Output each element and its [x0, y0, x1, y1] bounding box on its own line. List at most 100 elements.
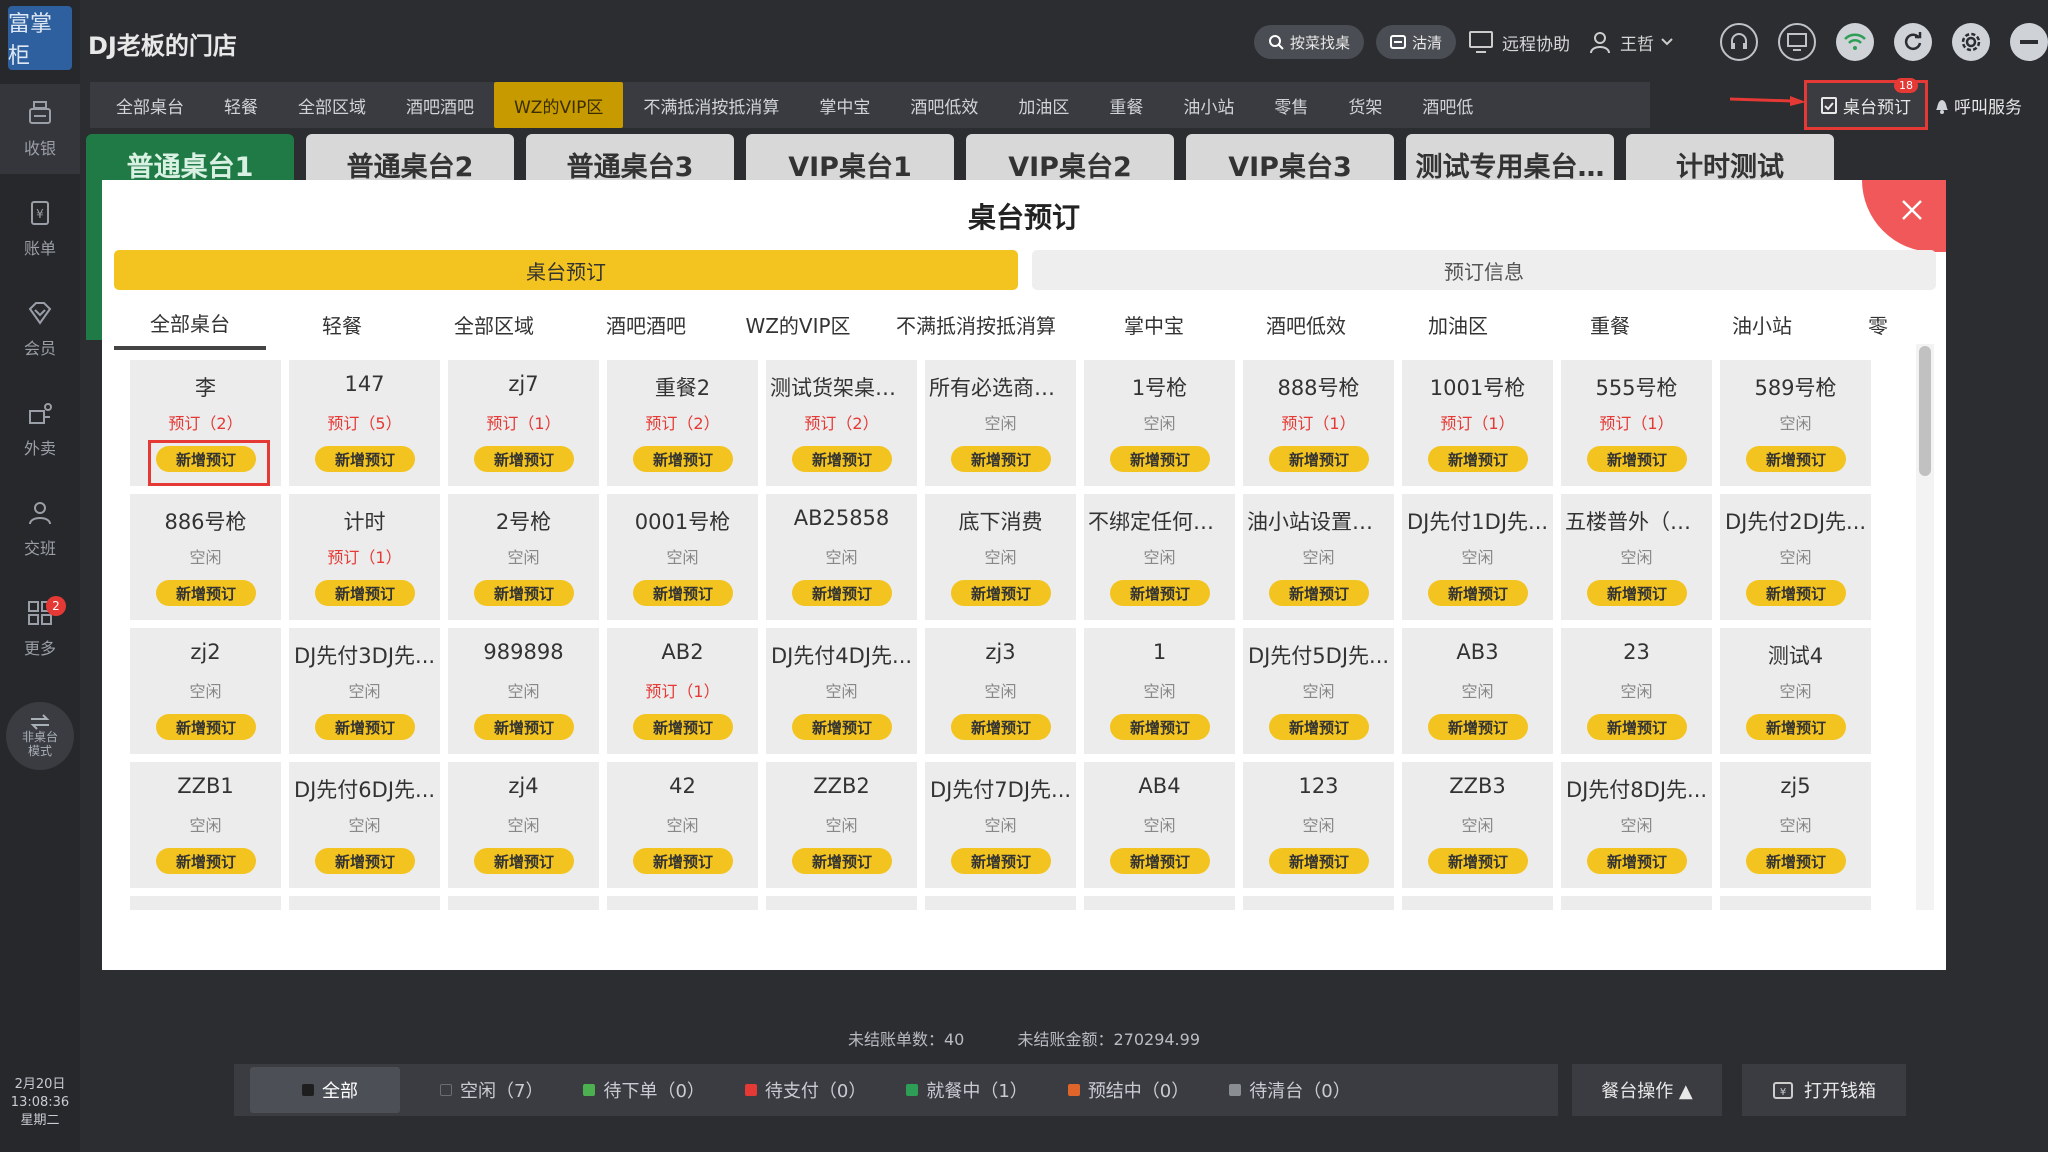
add-reservation-button[interactable]: 新增预订: [1110, 714, 1210, 740]
add-reservation-button[interactable]: 新增预订: [315, 714, 415, 740]
add-reservation-button[interactable]: 新增预订: [951, 848, 1051, 874]
call-service-button[interactable]: 呼叫服务: [1934, 82, 2034, 128]
modal-area-tab[interactable]: 全部区域: [418, 298, 570, 350]
table-card[interactable]: DJ先付5DJ先... 空闲 新增预订: [1243, 628, 1394, 754]
status-filter-to-order[interactable]: 待下单（0）: [583, 1077, 705, 1103]
table-card[interactable]: zj4 空闲 新增预订: [448, 762, 599, 888]
table-card[interactable]: zj5 空闲 新增预订: [1720, 762, 1871, 888]
segment-reservation-info[interactable]: 预订信息: [1032, 250, 1936, 290]
scrollbar-thumb[interactable]: [1919, 346, 1931, 476]
area-tab[interactable]: 轻餐: [204, 82, 278, 128]
table-card[interactable]: 42 空闲 新增预订: [607, 762, 758, 888]
area-tab[interactable]: 重餐: [1089, 82, 1163, 128]
add-reservation-button[interactable]: 新增预订: [1587, 848, 1687, 874]
add-reservation-button[interactable]: 新增预订: [1428, 446, 1528, 472]
table-card[interactable]: 测试货架桌台... 预订（2） 新增预订: [766, 360, 917, 486]
status-filter-idle[interactable]: 空闲（7）: [440, 1077, 543, 1103]
sidebar-item-cashier[interactable]: 收银: [0, 84, 80, 174]
add-reservation-button[interactable]: 新增预订: [951, 714, 1051, 740]
modal-area-tab[interactable]: 零: [1838, 298, 1888, 350]
table-card[interactable]: ZZB1 空闲 新增预订: [130, 762, 281, 888]
status-filter-all[interactable]: 全部: [250, 1067, 400, 1113]
table-card-partial[interactable]: [289, 896, 440, 910]
sidebar-item-shift[interactable]: 交班: [0, 484, 80, 574]
add-reservation-button[interactable]: 新增预订: [633, 580, 733, 606]
sidebar-item-more[interactable]: 更多 2: [0, 584, 80, 674]
add-reservation-button[interactable]: 新增预订: [1587, 446, 1687, 472]
modal-area-tab[interactable]: 加油区: [1382, 298, 1534, 350]
table-card-partial[interactable]: [448, 896, 599, 910]
wifi-button[interactable]: [1836, 23, 1874, 61]
add-reservation-button[interactable]: 新增预订: [315, 580, 415, 606]
table-card[interactable]: zj7 预订（1） 新增预订: [448, 360, 599, 486]
table-card-partial[interactable]: [607, 896, 758, 910]
area-tab[interactable]: 酒吧低: [1402, 82, 1493, 128]
add-reservation-button[interactable]: 新增预订: [951, 446, 1051, 472]
table-card[interactable]: 油小站设置了... 空闲 新增预订: [1243, 494, 1394, 620]
area-tab[interactable]: 加油区: [998, 82, 1089, 128]
user-menu[interactable]: 王哲: [1588, 30, 1682, 55]
add-reservation-button[interactable]: 新增预订: [1746, 848, 1846, 874]
status-filter-to-pay[interactable]: 待支付（0）: [744, 1077, 866, 1103]
area-tab[interactable]: 全部桌台: [96, 82, 204, 128]
area-tab[interactable]: 掌中宝: [799, 82, 890, 128]
status-filter-to-clean[interactable]: 待清台（0）: [1229, 1077, 1351, 1103]
table-card-partial[interactable]: [130, 896, 281, 910]
add-reservation-button[interactable]: 新增预订: [1110, 848, 1210, 874]
sold-out-button[interactable]: 沽清: [1375, 25, 1456, 59]
sidebar-item-member[interactable]: 会员: [0, 284, 80, 374]
table-card[interactable]: 1001号枪 预订（1） 新增预订: [1402, 360, 1553, 486]
add-reservation-button[interactable]: 新增预订: [633, 848, 733, 874]
add-reservation-button[interactable]: 新增预订: [1428, 848, 1528, 874]
add-reservation-button[interactable]: 新增预订: [792, 446, 892, 472]
settings-button[interactable]: [1952, 23, 1990, 61]
grid-scrollbar[interactable]: [1916, 344, 1934, 910]
status-filter-dining[interactable]: 就餐中（1）: [906, 1077, 1028, 1103]
table-card-partial[interactable]: [1720, 896, 1871, 910]
table-card-partial[interactable]: [1084, 896, 1235, 910]
add-reservation-button[interactable]: 新增预订: [792, 714, 892, 740]
add-reservation-button[interactable]: 新增预订: [1110, 580, 1210, 606]
table-card[interactable]: DJ先付3DJ先... 空闲 新增预订: [289, 628, 440, 754]
modal-area-tab[interactable]: WZ的VIP区: [722, 298, 874, 350]
add-reservation-button[interactable]: 新增预订: [1746, 446, 1846, 472]
add-reservation-button[interactable]: 新增预订: [792, 580, 892, 606]
add-reservation-button[interactable]: 新增预订: [1269, 580, 1369, 606]
table-card[interactable]: 1 空闲 新增预订: [1084, 628, 1235, 754]
table-card[interactable]: AB2 预订（1） 新增预订: [607, 628, 758, 754]
add-reservation-button[interactable]: 新增预订: [951, 580, 1051, 606]
add-reservation-button[interactable]: 新增预订: [474, 848, 574, 874]
table-card[interactable]: DJ先付1DJ先... 空闲 新增预订: [1402, 494, 1553, 620]
table-operations-button[interactable]: 餐台操作 ▲: [1572, 1064, 1722, 1116]
table-card-partial[interactable]: [1243, 896, 1394, 910]
table-card[interactable]: ZZB2 空闲 新增预订: [766, 762, 917, 888]
modal-area-tab[interactable]: 酒吧低效: [1230, 298, 1382, 350]
modal-area-tab-active[interactable]: 全部桌台: [114, 298, 266, 350]
add-reservation-button[interactable]: 新增预订: [1587, 714, 1687, 740]
table-card[interactable]: 测试4 空闲 新增预订: [1720, 628, 1871, 754]
add-reservation-button[interactable]: 新增预订: [156, 848, 256, 874]
add-reservation-button[interactable]: 新增预订: [792, 848, 892, 874]
table-card[interactable]: DJ先付6DJ先... 空闲 新增预订: [289, 762, 440, 888]
add-reservation-button[interactable]: 新增预订: [1428, 580, 1528, 606]
table-card[interactable]: zj3 空闲 新增预订: [925, 628, 1076, 754]
headset-button[interactable]: [1720, 23, 1758, 61]
sidebar-item-bill[interactable]: ¥ 账单: [0, 184, 80, 274]
table-card[interactable]: 589号枪 空闲 新增预订: [1720, 360, 1871, 486]
area-tab-active[interactable]: WZ的VIP区: [494, 82, 624, 128]
add-reservation-button[interactable]: 新增预订: [1587, 580, 1687, 606]
table-reservation-button[interactable]: 桌台预订 18: [1804, 78, 1928, 130]
table-card[interactable]: ZZB3 空闲 新增预订: [1402, 762, 1553, 888]
add-reservation-button[interactable]: 新增预订: [1746, 714, 1846, 740]
remote-assist-button[interactable]: 远程协助: [1468, 30, 1570, 55]
table-card[interactable]: 147 预订（5） 新增预订: [289, 360, 440, 486]
refresh-button[interactable]: [1894, 23, 1932, 61]
add-reservation-button[interactable]: 新增预订: [156, 580, 256, 606]
table-card-partial[interactable]: [1402, 896, 1553, 910]
segment-table-reservation[interactable]: 桌台预订: [114, 250, 1018, 290]
add-reservation-button[interactable]: 新增预订: [1746, 580, 1846, 606]
area-tab[interactable]: 酒吧酒吧: [386, 82, 494, 128]
table-card[interactable]: AB25858 空闲 新增预订: [766, 494, 917, 620]
add-reservation-button[interactable]: 新增预订: [1110, 446, 1210, 472]
add-reservation-button[interactable]: 新增预订: [315, 446, 415, 472]
